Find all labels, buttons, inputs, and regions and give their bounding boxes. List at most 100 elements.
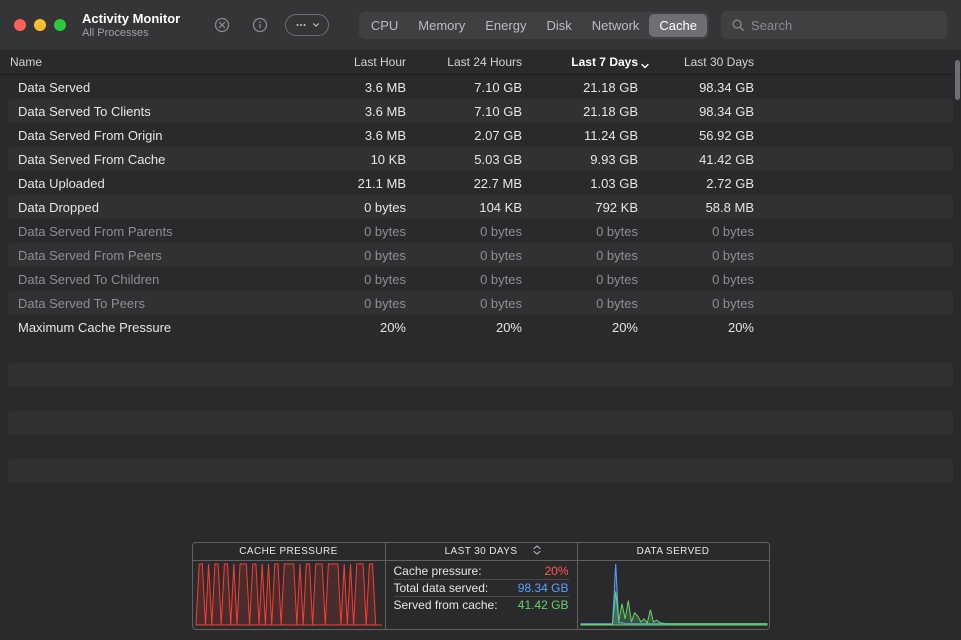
cell-value: 3.6 MB [300, 80, 416, 95]
cell-name: Data Served To Clients [8, 104, 300, 119]
cell-value: 0 bytes [648, 224, 764, 239]
cell-name: Data Served To Peers [8, 296, 300, 311]
search-field[interactable] [721, 11, 947, 39]
search-input[interactable] [751, 18, 937, 33]
cell-value: 0 bytes [532, 272, 648, 287]
table-row[interactable]: Maximum Cache Pressure20%20%20%20% [8, 315, 953, 339]
table-row[interactable]: Data Served From Cache10 KB5.03 GB9.93 G… [8, 147, 953, 171]
cell-value: 21.1 MB [300, 176, 416, 191]
more-options-button[interactable] [285, 14, 329, 36]
col-last-hour[interactable]: Last Hour [300, 55, 416, 69]
col-last-30d[interactable]: Last 30 Days [648, 55, 764, 69]
cell-value: 104 KB [416, 200, 532, 215]
cell-name: Data Served From Cache [8, 152, 300, 167]
cell-value: 21.18 GB [532, 104, 648, 119]
cell-value: 5.03 GB [416, 152, 532, 167]
cell-value: 41.42 GB [648, 152, 764, 167]
stat-total-served: Total data served: 98.34 GB [394, 580, 569, 597]
cell-value: 98.34 GB [648, 80, 764, 95]
panel-title: DATA SERVED [578, 543, 769, 561]
cell-value: 0 bytes [416, 272, 532, 287]
table-row[interactable]: Data Dropped0 bytes104 KB792 KB58.8 MB [8, 195, 953, 219]
table-header: Name Last Hour Last 24 Hours Last 7 Days… [0, 50, 961, 75]
table-row[interactable]: Data Served To Peers0 bytes0 bytes0 byte… [8, 291, 953, 315]
cell-value: 0 bytes [300, 248, 416, 263]
cell-value: 0 bytes [416, 224, 532, 239]
cell-name: Data Served From Parents [8, 224, 300, 239]
cell-value: 9.93 GB [532, 152, 648, 167]
stats-panel: LAST 30 DAYS Cache pressure: 20% Total d… [385, 543, 577, 629]
data-served-chart [578, 561, 770, 628]
cell-value: 3.6 MB [300, 104, 416, 119]
titlebar: Activity Monitor All Processes CPUMemory… [0, 0, 961, 50]
table-row[interactable]: Data Served3.6 MB7.10 GB21.18 GB98.34 GB [8, 75, 953, 99]
tab-cache[interactable]: Cache [649, 14, 707, 37]
info-button[interactable] [247, 13, 273, 37]
cell-value: 0 bytes [416, 296, 532, 311]
table-body: Data Served3.6 MB7.10 GB21.18 GB98.34 GB… [0, 75, 961, 339]
table-row[interactable]: Data Served From Origin3.6 MB2.07 GB11.2… [8, 123, 953, 147]
cell-value: 0 bytes [416, 248, 532, 263]
col-name[interactable]: Name [0, 55, 300, 69]
cell-value: 0 bytes [532, 296, 648, 311]
table-row[interactable]: Data Uploaded21.1 MB22.7 MB1.03 GB2.72 G… [8, 171, 953, 195]
close-window-button[interactable] [14, 19, 26, 31]
zoom-window-button[interactable] [54, 19, 66, 31]
cell-value: 0 bytes [300, 224, 416, 239]
window-controls [14, 19, 66, 31]
cell-value: 98.34 GB [648, 104, 764, 119]
cell-name: Data Dropped [8, 200, 300, 215]
empty-row [8, 363, 953, 387]
app-title: Activity Monitor All Processes [82, 11, 180, 39]
empty-row [8, 459, 953, 483]
cell-value: 0 bytes [648, 296, 764, 311]
app-name: Activity Monitor [82, 11, 180, 26]
chevron-down-icon [312, 21, 320, 29]
table-row[interactable]: Data Served To Clients3.6 MB7.10 GB21.18… [8, 99, 953, 123]
table-row[interactable]: Data Served To Children0 bytes0 bytes0 b… [8, 267, 953, 291]
cell-value: 58.8 MB [648, 200, 764, 215]
tab-memory[interactable]: Memory [408, 14, 475, 37]
tab-energy[interactable]: Energy [475, 14, 536, 37]
col-last-7d[interactable]: Last 7 Days [532, 55, 648, 69]
cell-value: 20% [648, 320, 764, 335]
data-served-panel: DATA SERVED [577, 543, 769, 629]
panel-title: CACHE PRESSURE [193, 543, 385, 561]
cell-value: 0 bytes [300, 200, 416, 215]
cell-value: 11.24 GB [532, 128, 648, 143]
tab-disk[interactable]: Disk [536, 14, 581, 37]
cell-name: Maximum Cache Pressure [8, 320, 300, 335]
cell-name: Data Served To Children [8, 272, 300, 287]
minimize-window-button[interactable] [34, 19, 46, 31]
cell-name: Data Served [8, 80, 300, 95]
cell-value: 0 bytes [300, 296, 416, 311]
cell-value: 0 bytes [532, 224, 648, 239]
table-row[interactable]: Data Served From Peers0 bytes0 bytes0 by… [8, 243, 953, 267]
stop-process-button[interactable] [209, 13, 235, 37]
search-icon [731, 18, 745, 32]
cell-value: 792 KB [532, 200, 648, 215]
cell-value: 3.6 MB [300, 128, 416, 143]
app-subtitle: All Processes [82, 27, 180, 39]
scrollbar[interactable] [955, 60, 960, 100]
col-last-24h[interactable]: Last 24 Hours [416, 55, 532, 69]
footer: CACHE PRESSURE LAST 30 DAYS Cache pressu… [0, 542, 961, 630]
empty-row [8, 411, 953, 435]
cell-value: 21.18 GB [532, 80, 648, 95]
cell-value: 0 bytes [532, 248, 648, 263]
tab-network[interactable]: Network [582, 14, 650, 37]
stepper-icon [533, 545, 541, 555]
table-row[interactable]: Data Served From Parents0 bytes0 bytes0 … [8, 219, 953, 243]
cell-value: 0 bytes [300, 272, 416, 287]
cell-value: 7.10 GB [416, 104, 532, 119]
cell-value: 10 KB [300, 152, 416, 167]
cell-name: Data Served From Origin [8, 128, 300, 143]
cell-value: 0 bytes [648, 272, 764, 287]
panel-title-selector[interactable]: LAST 30 DAYS [386, 543, 577, 561]
cell-value: 20% [416, 320, 532, 335]
cache-table: Name Last Hour Last 24 Hours Last 7 Days… [0, 50, 961, 483]
cell-value: 1.03 GB [532, 176, 648, 191]
cache-pressure-chart [193, 561, 385, 628]
tab-cpu[interactable]: CPU [361, 14, 408, 37]
cell-name: Data Uploaded [8, 176, 300, 191]
